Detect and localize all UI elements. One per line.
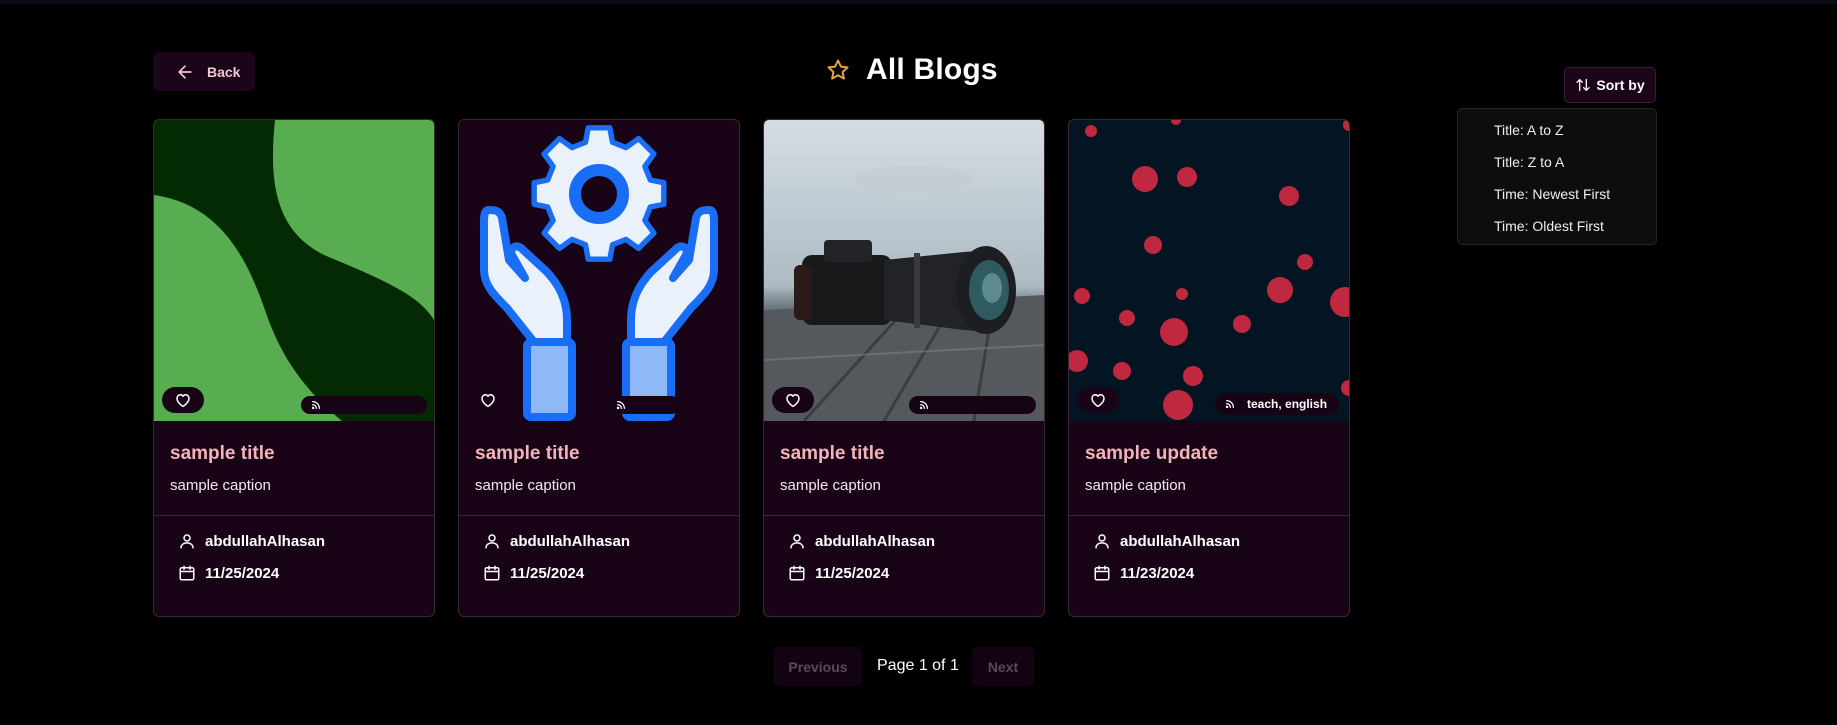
card-image bbox=[459, 120, 739, 421]
heart-icon bbox=[176, 394, 190, 408]
card-author: abdullahAlhasan bbox=[1093, 532, 1240, 550]
card-title[interactable]: sample title bbox=[170, 443, 275, 465]
card-date: 11/23/2024 bbox=[1093, 564, 1194, 582]
card-title[interactable]: sample title bbox=[475, 443, 580, 465]
card-caption: sample caption bbox=[170, 477, 271, 494]
card-body: sample title sample caption bbox=[764, 421, 1044, 516]
blog-card[interactable]: sample title sample caption abdullahAlha… bbox=[458, 119, 740, 617]
user-icon bbox=[1095, 534, 1109, 549]
author-name: abdullahAlhasan bbox=[1120, 532, 1241, 550]
card-body: sample title sample caption bbox=[459, 421, 739, 516]
card-author: abdullahAlhasan bbox=[178, 532, 325, 550]
red-dots-image bbox=[1069, 120, 1349, 421]
card-title[interactable]: sample update bbox=[1085, 443, 1218, 465]
star-icon bbox=[827, 59, 849, 80]
card-caption: sample caption bbox=[1085, 477, 1186, 494]
green-abstract-image bbox=[154, 120, 434, 421]
rss-icon bbox=[1225, 400, 1234, 409]
sort-option-oldest[interactable]: Time: Oldest First bbox=[1458, 210, 1656, 242]
tag-pill[interactable] bbox=[301, 396, 427, 414]
page-indicator: Page 1 of 1 bbox=[877, 657, 959, 674]
post-date: 11/23/2024 bbox=[1120, 564, 1195, 582]
user-icon bbox=[485, 534, 499, 549]
tag-pill[interactable] bbox=[606, 396, 680, 414]
rss-icon bbox=[919, 401, 928, 410]
back-label: Back bbox=[207, 63, 241, 80]
blog-card[interactable]: sample title sample caption abdullahAlha… bbox=[153, 119, 435, 617]
card-image bbox=[764, 120, 1044, 421]
calendar-icon bbox=[789, 565, 805, 581]
post-date: 11/25/2024 bbox=[815, 564, 890, 582]
gear-hands-image bbox=[459, 120, 739, 421]
card-body: sample update sample caption bbox=[1069, 421, 1349, 516]
like-button[interactable] bbox=[467, 387, 509, 413]
rss-icon bbox=[616, 401, 625, 410]
next-button[interactable]: Next bbox=[972, 647, 1034, 686]
sort-option-newest[interactable]: Time: Newest First bbox=[1458, 178, 1656, 210]
arrow-up-down-icon bbox=[1576, 79, 1591, 91]
sort-button[interactable]: Sort by bbox=[1564, 67, 1656, 103]
card-date: 11/25/2024 bbox=[483, 564, 584, 582]
like-button[interactable] bbox=[162, 387, 204, 413]
author-name: abdullahAlhasan bbox=[205, 532, 326, 550]
card-author: abdullahAlhasan bbox=[483, 532, 630, 550]
card-date: 11/25/2024 bbox=[178, 564, 279, 582]
top-border bbox=[0, 0, 1837, 4]
previous-button[interactable]: Previous bbox=[774, 647, 862, 686]
heart-icon bbox=[786, 394, 800, 408]
page-title-text: All Blogs bbox=[866, 53, 998, 86]
user-icon bbox=[790, 534, 804, 549]
card-author: abdullahAlhasan bbox=[788, 532, 935, 550]
card-image bbox=[154, 120, 434, 421]
post-date: 11/25/2024 bbox=[510, 564, 585, 582]
like-button[interactable] bbox=[772, 387, 814, 413]
user-icon bbox=[180, 534, 194, 549]
blog-card[interactable]: teach, english sample update sample capt… bbox=[1068, 119, 1350, 617]
rss-icon bbox=[311, 401, 320, 410]
author-name: abdullahAlhasan bbox=[510, 532, 631, 550]
tag-pill[interactable] bbox=[909, 396, 1036, 414]
calendar-icon bbox=[484, 565, 500, 581]
tag-pill[interactable]: teach, english bbox=[1215, 393, 1339, 415]
sort-option-title-desc[interactable]: Title: Z to A bbox=[1458, 146, 1656, 178]
card-caption: sample caption bbox=[780, 477, 881, 494]
like-button[interactable] bbox=[1077, 387, 1119, 413]
card-caption: sample caption bbox=[475, 477, 576, 494]
post-date: 11/25/2024 bbox=[205, 564, 280, 582]
sort-label: Sort by bbox=[1596, 77, 1645, 93]
blog-card[interactable]: sample title sample caption abdullahAlha… bbox=[763, 119, 1045, 617]
card-image: teach, english bbox=[1069, 120, 1349, 421]
page-title: All Blogs bbox=[826, 52, 998, 88]
card-body: sample title sample caption bbox=[154, 421, 434, 516]
author-name: abdullahAlhasan bbox=[815, 532, 936, 550]
card-title[interactable]: sample title bbox=[780, 443, 885, 465]
sort-menu: Title: A to Z Title: Z to A Time: Newest… bbox=[1457, 108, 1657, 245]
back-button[interactable]: Back bbox=[153, 52, 255, 91]
camera-photo-image bbox=[764, 120, 1044, 421]
calendar-icon bbox=[179, 565, 195, 581]
sort-option-title-asc[interactable]: Title: A to Z bbox=[1458, 114, 1656, 146]
card-date: 11/25/2024 bbox=[788, 564, 889, 582]
tag-text: teach, english bbox=[1247, 397, 1328, 411]
arrow-left-icon bbox=[178, 64, 192, 79]
calendar-icon bbox=[1094, 565, 1110, 581]
heart-icon bbox=[481, 394, 495, 408]
heart-icon bbox=[1091, 394, 1105, 408]
